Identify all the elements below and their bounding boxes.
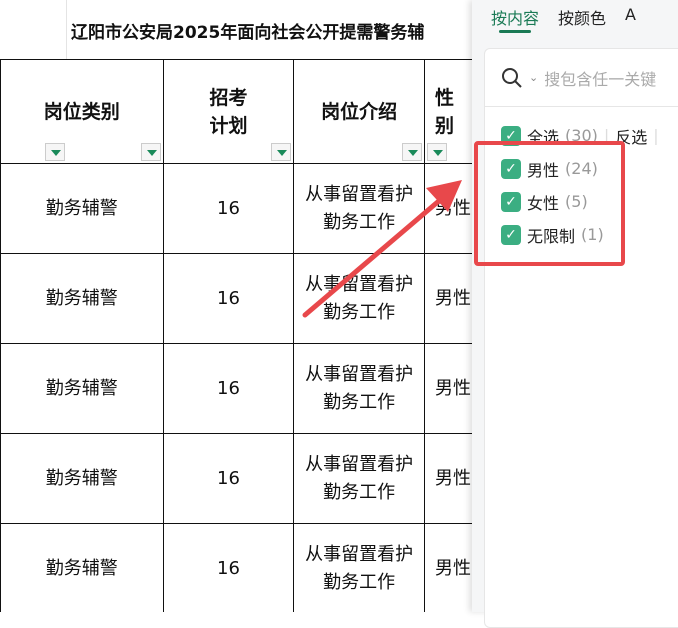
table-row: 勤务辅警 16 从事留置看护勤务工作 男性 (0, 253, 475, 344)
search-icon (502, 67, 522, 88)
filter-dropdown-button[interactable] (402, 143, 423, 161)
cell-gender[interactable]: 男性 (424, 433, 475, 524)
tab-by-color[interactable]: 按颜色 (539, 0, 606, 44)
header-row: 岗位类别 招考 计划 岗位介绍 性 别 (0, 59, 475, 164)
highlight-box (474, 141, 625, 266)
cell-plan[interactable]: 16 (162, 343, 295, 434)
cell-plan[interactable]: 16 (162, 163, 295, 254)
chevron-down-icon[interactable]: ⌄ (529, 71, 538, 84)
cell-type[interactable]: 勤务辅警 (0, 523, 164, 612)
cell-type[interactable]: 勤务辅警 (0, 163, 164, 254)
tab-by-content[interactable]: 按内容 (472, 0, 539, 44)
cell-gender[interactable]: 男性 (424, 163, 475, 254)
header-gender: 性 别 (424, 59, 475, 164)
cell-intro[interactable]: 从事留置看护勤务工作 (293, 343, 426, 434)
filter-dropdown-button[interactable] (140, 143, 161, 161)
cell-gender[interactable]: 男性 (424, 253, 475, 344)
cell-gender[interactable]: 男性 (424, 343, 475, 434)
cell-intro[interactable]: 从事留置看护勤务工作 (293, 253, 426, 344)
cell-type[interactable]: 勤务辅警 (0, 433, 164, 524)
spreadsheet: 辽阳市公安局2025年面向社会公开提需警务辅 岗位类别 招考 计划 岗位介绍 性… (0, 0, 475, 612)
table-row: 勤务辅警 16 从事留置看护勤务工作 男性 (0, 433, 475, 524)
search-placeholder: 搜包含任一关键 (544, 69, 657, 89)
data-table: 岗位类别 招考 计划 岗位介绍 性 别 勤务辅警 16 从事留置看护勤务工作 男… (0, 59, 475, 612)
header-type: 岗位类别 (0, 59, 164, 164)
cell-plan[interactable]: 16 (162, 523, 295, 612)
filter-dropdown-button[interactable] (271, 143, 292, 161)
cell-type[interactable]: 勤务辅警 (0, 253, 164, 344)
cell-type[interactable]: 勤务辅警 (0, 343, 164, 434)
filter-box: ⌄ 搜包含任一关键 ✓ 全选 (30) | 反选 | ✓ 男性 (24) ✓ 女性 (5)… (484, 48, 678, 628)
cell-plan[interactable]: 16 (162, 433, 295, 524)
search-input[interactable]: ⌄ 搜包含任一关键 (485, 49, 678, 107)
filter-dropdown-button[interactable] (45, 143, 65, 161)
header-intro: 岗位介绍 (293, 59, 426, 164)
cell-intro[interactable]: 从事留置看护勤务工作 (293, 433, 426, 524)
cell-gender[interactable]: 男性 (424, 523, 475, 612)
filter-panel: 按内容 按颜色 A ⌄ 搜包含任一关键 ✓ 全选 (30) | 反选 | ✓ 男性… (472, 0, 678, 628)
table-row: 勤务辅警 16 从事留置看护勤务工作 男性 (0, 523, 475, 612)
filter-dropdown-button[interactable] (427, 143, 448, 161)
table-row: 勤务辅警 16 从事留置看护勤务工作 男性 (0, 163, 475, 254)
cell-intro[interactable]: 从事留置看护勤务工作 (293, 163, 426, 254)
header-plan: 招考 计划 (162, 59, 295, 164)
cell-plan[interactable]: 16 (162, 253, 295, 344)
table-row: 勤务辅警 16 从事留置看护勤务工作 男性 (0, 343, 475, 434)
filter-tabs: 按内容 按颜色 A (472, 0, 678, 44)
tab-more[interactable]: A (606, 0, 636, 44)
sheet-title: 辽阳市公安局2025年面向社会公开提需警务辅 (66, 0, 475, 60)
cell-intro[interactable]: 从事留置看护勤务工作 (293, 523, 426, 612)
